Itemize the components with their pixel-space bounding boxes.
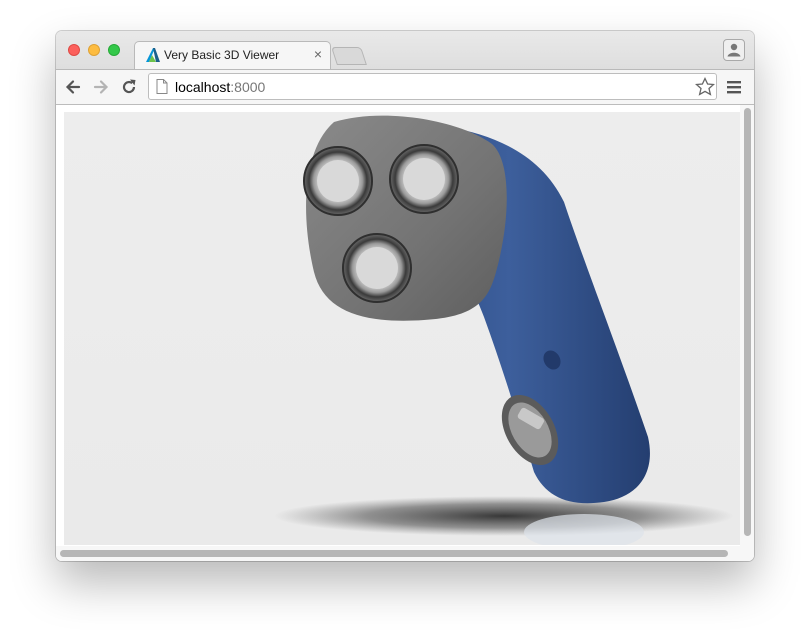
horizontal-scrollbar[interactable]: [56, 546, 740, 561]
address-bar[interactable]: localhost:8000: [148, 73, 717, 100]
tab-close-button[interactable]: ×: [311, 46, 325, 62]
shadow: [274, 496, 734, 536]
reload-icon[interactable]: [119, 77, 139, 97]
forward-arrow-icon[interactable]: [91, 77, 111, 97]
star-icon[interactable]: [695, 77, 715, 97]
url-text[interactable]: localhost:8000: [175, 79, 265, 95]
maximize-window-button[interactable]: [108, 44, 120, 56]
back-arrow-icon[interactable]: [63, 77, 83, 97]
tab-title: Very Basic 3D Viewer: [164, 48, 280, 62]
horizontal-scroll-thumb[interactable]: [60, 550, 728, 557]
scrollbar-corner: [740, 546, 754, 561]
vertical-scroll-thumb[interactable]: [744, 108, 751, 536]
browser-window: Very Basic 3D Viewer × localhost:8000: [56, 31, 754, 561]
url-port: :8000: [230, 79, 266, 95]
new-tab-button[interactable]: [331, 47, 367, 65]
cutter-top-right: [389, 144, 459, 214]
minimize-window-button[interactable]: [88, 44, 100, 56]
page-content: [56, 105, 754, 561]
hamburger-menu-icon[interactable]: [726, 79, 742, 95]
autodesk-logo-icon: [146, 48, 160, 62]
3d-viewer-canvas[interactable]: [64, 112, 740, 545]
cutter-top-left: [303, 146, 373, 216]
url-host: localhost: [175, 79, 231, 95]
user-profile-icon: [727, 43, 741, 57]
title-bar: Very Basic 3D Viewer ×: [56, 31, 754, 70]
tab-active[interactable]: Very Basic 3D Viewer ×: [134, 41, 331, 70]
page-icon: [156, 79, 168, 94]
cutter-bottom: [342, 233, 412, 303]
toolbar: localhost:8000: [56, 69, 754, 105]
vertical-scrollbar[interactable]: [740, 105, 754, 546]
close-window-button[interactable]: [68, 44, 80, 56]
user-profile-button[interactable]: [723, 39, 745, 61]
shaver-model: [274, 115, 734, 545]
